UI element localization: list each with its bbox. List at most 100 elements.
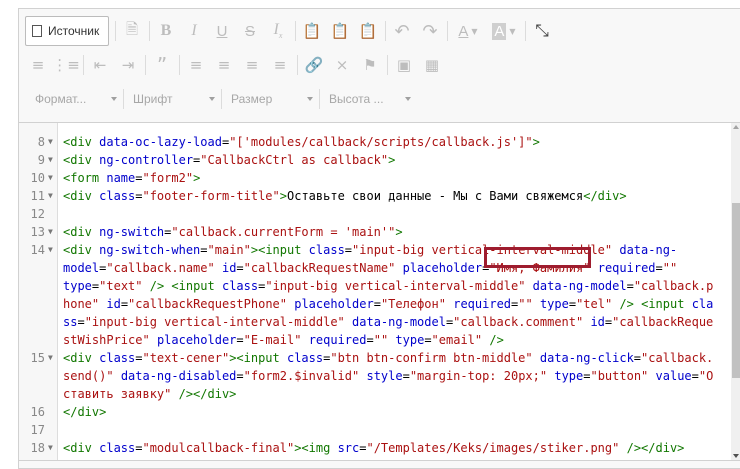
line-height-dropdown[interactable]: Высота ... (323, 84, 415, 114)
code-token: data-ng- (619, 243, 678, 257)
vertical-scrollbar[interactable] (731, 123, 740, 460)
strikethrough-button[interactable]: S (237, 16, 263, 46)
line-number: 16 (30, 405, 45, 419)
underline-button[interactable]: U (209, 16, 235, 46)
blockquote-icon[interactable]: ” (149, 50, 175, 80)
code-token: <div (63, 189, 100, 203)
scrollbar-thumb[interactable] (732, 203, 740, 378)
bold-button[interactable]: B (153, 16, 179, 46)
code-text: <div data-oc-lazy-load="['modules/callba… (63, 133, 540, 151)
line-number: 15 (30, 351, 45, 365)
code-line: ss="input-big vertical-interval-middle" … (19, 313, 719, 331)
code-token: value (655, 369, 692, 383)
scroll-up-arrow-icon[interactable] (733, 125, 739, 129)
align-center-icon[interactable]: ≡ (211, 50, 237, 80)
code-token: = (344, 243, 353, 257)
code-token: </div> (63, 405, 107, 419)
new-page-icon[interactable]: 🗎 (119, 16, 145, 46)
chevron-down-icon (111, 97, 117, 101)
unlink-icon[interactable]: ⨯ (329, 50, 355, 80)
code-token: type (63, 279, 92, 293)
indent-icon[interactable]: ⇥ (115, 50, 141, 80)
code-text: <div class="text-cener"><input class="bt… (63, 349, 713, 367)
code-token: </div> (583, 189, 627, 203)
code-line: 17 (19, 421, 719, 439)
code-text: send()" data-ng-disabled="form2.$invalid… (63, 367, 713, 385)
separator (387, 55, 388, 75)
code-token: ng-controller (99, 153, 194, 167)
background-color-button[interactable]: A ▼ (487, 16, 521, 46)
code-text: <form name="form2"> (63, 169, 200, 187)
code-token: class (99, 351, 136, 365)
code-token: = (366, 333, 374, 347)
source-code-area[interactable]: 8 ▼ <div data-oc-lazy-load="['modules/call… (19, 123, 731, 460)
code-token: required (308, 333, 367, 347)
align-left-icon[interactable]: ≡ (183, 50, 209, 80)
paste-text-icon[interactable]: 📋 (327, 16, 353, 46)
paste-icon[interactable]: 📋 (299, 16, 325, 46)
fold-arrow-icon[interactable]: ▼ (48, 133, 53, 151)
format-dropdown-label: Формат... (35, 92, 87, 106)
anchor-flag-icon[interactable]: ⚑ (357, 50, 383, 80)
font-dropdown[interactable]: Шрифт (127, 84, 219, 114)
outdent-icon[interactable]: ⇤ (87, 50, 113, 80)
code-token: type (554, 369, 584, 383)
size-dropdown[interactable]: Размер (225, 84, 317, 114)
code-token: class (221, 279, 259, 293)
maximize-icon[interactable]: ⤡ (529, 16, 555, 46)
code-token: = (236, 333, 244, 347)
source-button-label: Источник (48, 24, 100, 38)
code-token: ставить заявку" (63, 387, 172, 401)
code-token: "E-mail" (243, 333, 302, 347)
code-token: = (236, 261, 244, 275)
code-token: /></div> (626, 441, 685, 455)
code-token: "input-big vertical-interval-middle" (84, 315, 345, 329)
fold-arrow-icon[interactable]: ▼ (48, 151, 53, 169)
table-icon[interactable]: ▦ (419, 50, 445, 80)
italic-button[interactable]: I (181, 16, 207, 46)
code-token: <div (63, 351, 100, 365)
code-token: type (539, 297, 569, 311)
code-text: <div ng-controller="CallbackCtrl as call… (63, 151, 395, 169)
code-token: class (286, 351, 324, 365)
code-token: id (590, 315, 605, 329)
fold-arrow-icon[interactable]: ▼ (48, 349, 53, 367)
align-right-icon[interactable]: ≡ (239, 50, 265, 80)
code-token: "" (518, 297, 533, 311)
separator (123, 89, 124, 109)
remove-format-button[interactable]: Ix (265, 16, 291, 46)
code-token: "Телефон" (380, 297, 446, 311)
text-color-button[interactable]: A ▼ (451, 16, 485, 46)
fold-arrow-icon[interactable]: ▼ (48, 223, 53, 241)
code-token: > (395, 225, 403, 239)
scroll-down-arrow-icon[interactable] (733, 454, 739, 458)
code-token: > (388, 153, 396, 167)
code-line: 8 ▼ <div data-oc-lazy-load="['modules/call… (19, 133, 719, 151)
align-justify-icon[interactable]: ≡ (267, 50, 293, 80)
undo-icon[interactable]: ↶ (389, 16, 415, 46)
code-token: "" (373, 333, 389, 347)
line-number: 11 (30, 189, 45, 203)
line-height-dropdown-label: Высота ... (329, 92, 384, 106)
format-dropdown[interactable]: Формат... (29, 84, 121, 114)
separator (447, 21, 448, 41)
code-token: "btn btn-confirm btn-middle" (330, 351, 533, 365)
image-icon[interactable]: ▣ (391, 50, 417, 80)
code-token: <div (63, 135, 100, 149)
source-button[interactable]: Источник (25, 16, 109, 46)
fold-arrow-icon[interactable]: ▼ (48, 187, 53, 205)
bulleted-list-icon[interactable]: ⋮≡ (52, 50, 80, 80)
code-line: ставить заявку" /></div> (19, 385, 719, 403)
paste-word-icon[interactable]: 📋 (355, 16, 381, 46)
code-token: "text-cener" (142, 351, 230, 365)
fold-arrow-icon[interactable]: ▼ (48, 439, 53, 457)
numbered-list-icon[interactable]: ≡ (25, 50, 51, 80)
fold-arrow-icon[interactable]: ▼ (48, 241, 53, 259)
fold-arrow-icon[interactable]: ▼ (48, 169, 53, 187)
code-token: <div (63, 153, 100, 167)
link-icon[interactable]: 🔗 (301, 50, 327, 80)
redo-icon[interactable]: ↷ (417, 16, 443, 46)
code-line: 10 ▼ <form name="form2"> (19, 169, 719, 187)
